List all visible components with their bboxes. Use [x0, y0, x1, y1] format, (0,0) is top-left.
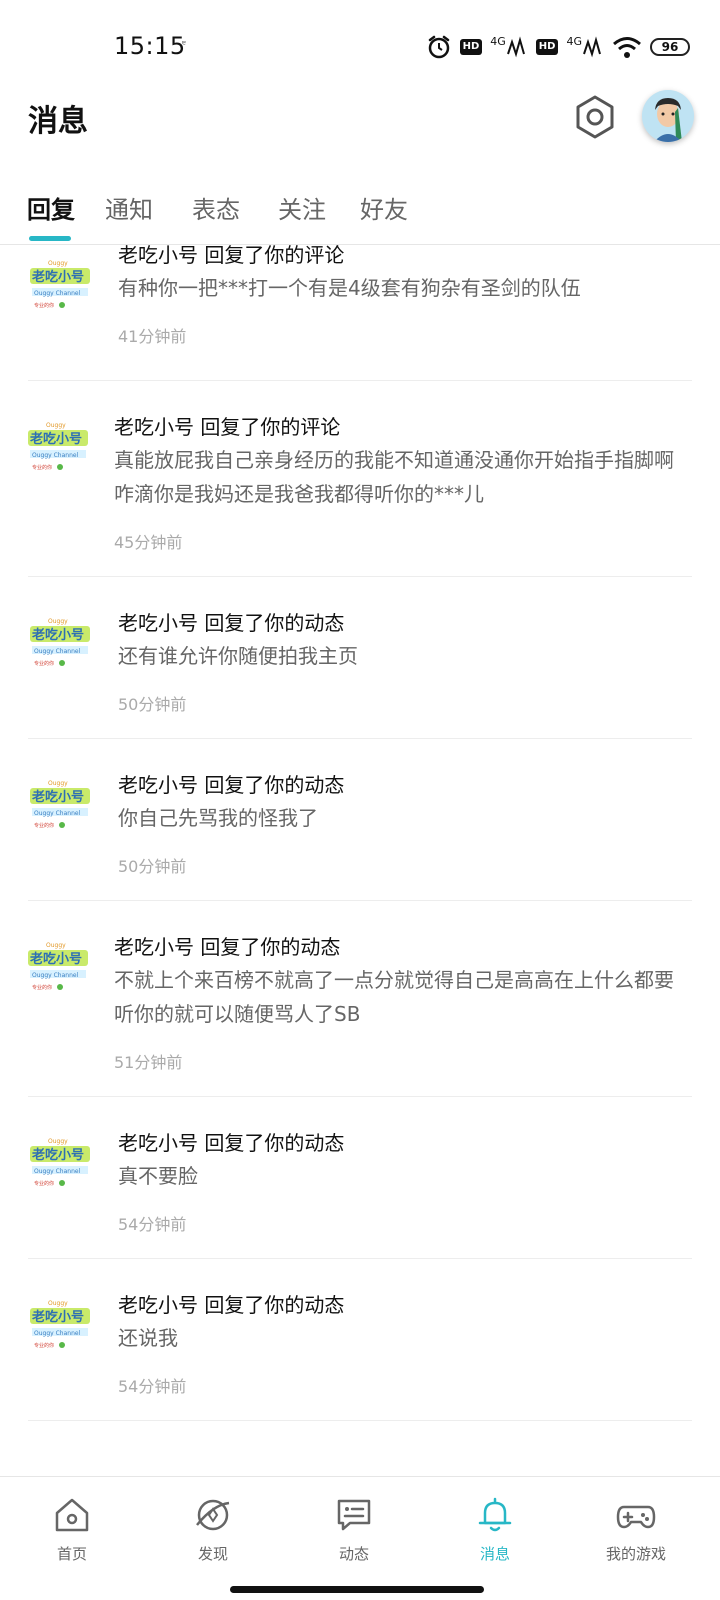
message-body: 真能放屁我自己亲身经历的我能不知道通没通你开始指手指脚啊咋滴你是我妈还是我爸我都…	[114, 448, 674, 506]
tab-notification[interactable]: 通知	[105, 190, 153, 225]
notification-icon: ᵄ	[182, 38, 187, 51]
signal-icon: 4G	[566, 34, 604, 58]
nav-discover[interactable]: 发现	[141, 1477, 285, 1573]
gamepad-icon	[616, 1505, 656, 1529]
message-time: 45分钟前	[114, 533, 183, 552]
alarm-icon	[426, 34, 452, 60]
message-title: 老吃小号 回复了你的评论	[114, 415, 341, 439]
list-item[interactable]: 老吃小号 回复了你的评论 真能放屁我自己亲身经历的我能不知道通没通你开始指手指脚…	[0, 381, 720, 577]
avatar	[28, 1133, 94, 1189]
message-time: 41分钟前	[118, 327, 187, 346]
avatar	[28, 255, 94, 311]
message-time: 50分钟前	[118, 695, 187, 714]
avatar	[26, 417, 92, 473]
signal-icon: 4G	[490, 34, 528, 58]
message-time: 50分钟前	[118, 857, 187, 876]
bottom-nav: 首页 发现 动态 消息 我的游戏	[0, 1476, 720, 1572]
avatar	[28, 1295, 94, 1351]
avatar	[28, 613, 94, 669]
message-title: 老吃小号 回复了你的动态	[118, 1293, 345, 1317]
nav-label: 我的游戏	[605, 1545, 666, 1563]
settings-button[interactable]	[572, 94, 618, 140]
list-item[interactable]: 老吃小号 回复了你的动态 不就上个来百榜不就高了一点分就觉得自己是高高在上什么都…	[0, 901, 720, 1097]
message-body: 不就上个来百榜不就高了一点分就觉得自己是高高在上什么都要听你的就可以随便骂人了S…	[114, 968, 674, 1026]
tab-reaction[interactable]: 表态	[192, 190, 240, 225]
bell-icon	[478, 1497, 512, 1532]
list-item[interactable]: 老吃小号 回复了你的动态 真不要脸 54分钟前	[0, 1097, 720, 1259]
page-title: 消息	[28, 104, 88, 139]
status-icons: HD 4G HD 4G 96	[426, 32, 690, 62]
header: 消息	[0, 80, 720, 180]
message-title: 老吃小号 回复了你的动态	[118, 773, 345, 797]
message-title: 老吃小号 回复了你的动态	[118, 1131, 345, 1155]
message-body: 真不要脸	[118, 1164, 198, 1188]
list-item[interactable]: 老吃小号 回复了你的评论 有种你一把***打一个有是4级套有狗杂有圣剑的队伍 4…	[0, 245, 720, 381]
home-icon	[55, 1498, 89, 1532]
hd-icon: HD	[535, 39, 559, 55]
avatar[interactable]	[642, 90, 694, 142]
list-item[interactable]: 老吃小号 回复了你的动态 还有谁允许你随便拍我主页 50分钟前	[0, 577, 720, 739]
message-body: 有种你一把***打一个有是4级套有狗杂有圣剑的队伍	[118, 276, 581, 300]
nav-my-games[interactable]: 我的游戏	[564, 1477, 708, 1573]
nav-label: 首页	[56, 1545, 87, 1563]
compass-icon	[196, 1499, 230, 1531]
hd-icon: HD	[459, 39, 483, 55]
nav-label: 消息	[479, 1545, 510, 1563]
home-indicator[interactable]	[230, 1586, 484, 1593]
gear-icon	[576, 95, 614, 139]
nav-moments[interactable]: 动态	[282, 1477, 426, 1573]
status-time: 15:15	[114, 32, 186, 60]
battery-icon: 96	[650, 38, 690, 56]
message-title: 老吃小号 回复了你的评论	[118, 245, 345, 267]
message-time: 51分钟前	[114, 1053, 183, 1072]
avatar-icon	[642, 90, 694, 142]
message-list[interactable]: 老吃小号 回复了你的评论 有种你一把***打一个有是4级套有狗杂有圣剑的队伍 4…	[0, 245, 720, 1475]
list-item[interactable]: 老吃小号 回复了你的动态 还说我 54分钟前	[0, 1259, 720, 1421]
status-bar: 15:15 ᵄ HD 4G HD 4G 96	[0, 0, 720, 80]
divider	[28, 1420, 692, 1421]
avatar	[26, 937, 92, 993]
nav-label: 动态	[338, 1545, 369, 1563]
message-body: 还说我	[118, 1326, 178, 1350]
nav-label: 发现	[197, 1545, 228, 1563]
message-title: 老吃小号 回复了你的动态	[118, 611, 345, 635]
tab-reply[interactable]: 回复	[27, 190, 75, 225]
network-label: 4G	[566, 34, 582, 48]
tab-bar: 回复 通知 表态 关注 好友	[0, 180, 720, 245]
message-time: 54分钟前	[118, 1377, 187, 1396]
nav-messages[interactable]: 消息	[423, 1477, 567, 1573]
message-body: 你自己先骂我的怪我了	[118, 806, 318, 830]
message-title: 老吃小号 回复了你的动态	[114, 935, 341, 959]
tab-follow[interactable]: 关注	[278, 190, 326, 225]
nav-home[interactable]: 首页	[0, 1477, 144, 1573]
wifi-icon	[612, 35, 642, 59]
active-tab-indicator	[29, 236, 71, 241]
list-item[interactable]: 老吃小号 回复了你的动态 你自己先骂我的怪我了 50分钟前	[0, 739, 720, 901]
avatar	[28, 775, 94, 831]
message-time: 54分钟前	[118, 1215, 187, 1234]
message-body: 还有谁允许你随便拍我主页	[118, 644, 358, 668]
network-label: 4G	[490, 34, 506, 48]
chat-icon	[337, 1499, 371, 1531]
tab-friends[interactable]: 好友	[360, 190, 408, 225]
